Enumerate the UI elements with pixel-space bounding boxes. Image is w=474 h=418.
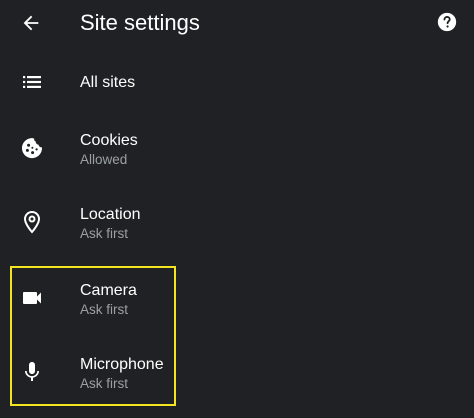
settings-item-microphone[interactable]: Microphone Ask first [0, 346, 474, 402]
settings-item-camera[interactable]: Camera Ask first [0, 272, 474, 328]
settings-item-location[interactable]: Location Ask first [0, 196, 474, 252]
settings-item-label: Location [80, 206, 141, 223]
settings-item-status: Ask first [80, 376, 129, 391]
settings-item-all-sites[interactable]: All sites [0, 60, 474, 106]
help-button[interactable] [434, 9, 460, 35]
settings-item-label: Camera [80, 282, 137, 299]
microphone-icon [18, 358, 46, 386]
help-icon [437, 12, 457, 32]
site-settings-screen: Site settings All sites Cookies Allowed … [0, 0, 474, 418]
app-bar: Site settings [0, 0, 474, 46]
back-button[interactable] [14, 6, 48, 40]
settings-item-label: All sites [80, 74, 136, 91]
list-icon [18, 68, 46, 96]
page-title: Site settings [80, 10, 200, 35]
settings-item-status: Allowed [80, 152, 128, 167]
settings-item-label: Cookies [80, 132, 138, 149]
location-pin-icon [18, 208, 46, 236]
settings-item-status: Ask first [80, 226, 129, 241]
arrow-back-icon [23, 15, 39, 31]
settings-item-cookies[interactable]: Cookies Allowed [0, 122, 474, 178]
videocam-icon [18, 284, 46, 312]
settings-item-label: Microphone [80, 356, 164, 373]
cookie-icon [18, 134, 46, 162]
settings-item-status: Ask first [80, 302, 129, 317]
